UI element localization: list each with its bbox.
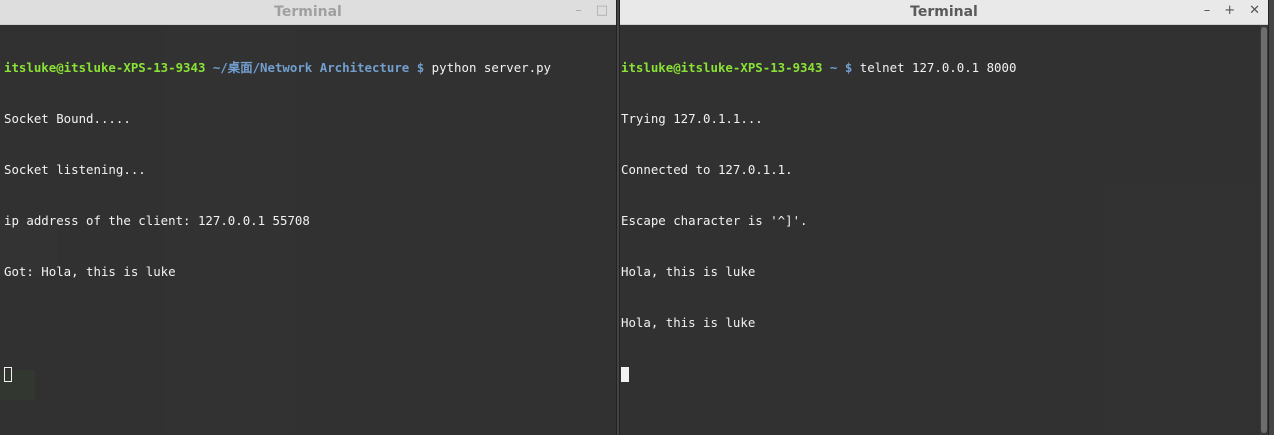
terminal-window-server[interactable]: Terminal – □ itsluke@itsluke-XPS-13-9343…	[0, 0, 616, 435]
prompt-line: itsluke@itsluke-XPS-13-9343 ~/桌面/Network…	[4, 59, 608, 76]
output-line: Hola, this is luke	[621, 264, 756, 279]
window-title: Terminal	[274, 4, 342, 20]
output-line: Got: Hola, this is luke	[4, 264, 176, 279]
prompt-symbol: $	[844, 60, 853, 75]
prompt-path: ~/桌面/Network Architecture	[212, 60, 410, 75]
scrollbar-thumb[interactable]	[1261, 27, 1267, 433]
terminal-window-client[interactable]: Terminal – + ✕ itsluke@itsluke-XPS-13-93…	[620, 0, 1268, 435]
output-line: Connected to 127.0.1.1.	[621, 162, 793, 177]
window-title: Terminal	[910, 4, 978, 20]
minimize-icon[interactable]: –	[575, 3, 582, 19]
titlebar[interactable]: Terminal – □	[0, 0, 616, 25]
prompt-symbol: $	[416, 60, 425, 75]
output-line: Escape character is '^]'.	[621, 213, 808, 228]
titlebar[interactable]: Terminal – + ✕	[620, 0, 1268, 25]
maximize-icon[interactable]: □	[596, 3, 608, 19]
prompt-line: itsluke@itsluke-XPS-13-9343 ~ $ telnet 1…	[621, 59, 1260, 76]
prompt-path: ~	[829, 60, 838, 75]
prompt-user-host: itsluke@itsluke-XPS-13-9343	[621, 60, 823, 75]
output-line: ip address of the client: 127.0.0.1 5570…	[4, 213, 310, 228]
prompt-command: telnet 127.0.0.1 8000	[859, 60, 1017, 75]
prompt-command: python server.py	[431, 60, 552, 75]
maximize-icon[interactable]: +	[1224, 3, 1235, 19]
prompt-user-host: itsluke@itsluke-XPS-13-9343	[4, 60, 206, 75]
scrollbar[interactable]	[1260, 25, 1268, 435]
output-line: Socket Bound.....	[4, 111, 131, 126]
terminal-output[interactable]: itsluke@itsluke-XPS-13-9343 ~/桌面/Network…	[4, 25, 608, 435]
output-line: Hola, this is luke	[621, 315, 756, 330]
minimize-icon[interactable]: –	[1204, 3, 1211, 19]
terminal-output[interactable]: itsluke@itsluke-XPS-13-9343 ~ $ telnet 1…	[621, 25, 1260, 435]
close-icon[interactable]: ✕	[1249, 3, 1260, 19]
text-cursor	[621, 367, 629, 382]
output-line: Socket listening...	[4, 162, 146, 177]
output-line: Trying 127.0.1.1...	[621, 111, 763, 126]
text-cursor	[4, 367, 12, 382]
